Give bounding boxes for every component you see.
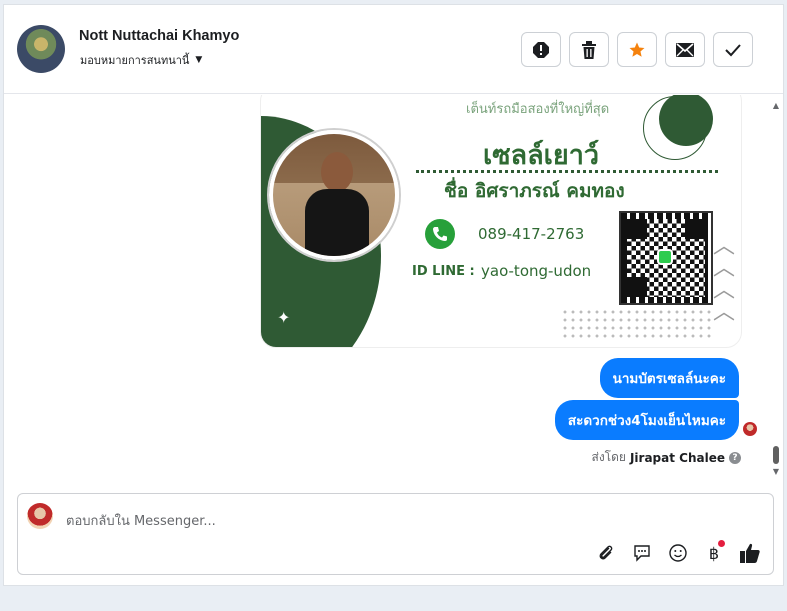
star-icon — [629, 42, 645, 57]
delete-button[interactable] — [569, 32, 609, 67]
caret-down-icon: ▼ — [195, 55, 203, 65]
saved-replies-button[interactable] — [631, 542, 653, 564]
attach-button[interactable] — [595, 542, 617, 564]
envelope-icon — [676, 42, 694, 57]
conversation-header: Nott Nuttachai Khamyo มอบหมายการสนทนานี้… — [4, 5, 783, 94]
reply-input[interactable]: ตอบกลับใน Messenger... — [66, 510, 216, 531]
page-avatar — [27, 503, 53, 529]
notification-dot — [718, 540, 725, 547]
conversation-panel: Nott Nuttachai Khamyo มอบหมายการสนทนานี้… — [3, 4, 784, 586]
mark-done-button[interactable] — [713, 32, 753, 67]
sent-by-name: Jirapat Chalee — [629, 450, 725, 465]
report-spam-button[interactable] — [521, 32, 561, 67]
phone-icon — [425, 219, 455, 249]
check-icon — [725, 43, 741, 56]
emoji-button[interactable] — [667, 542, 689, 564]
reply-composer[interactable]: ตอบกลับใน Messenger... ฿ — [17, 493, 774, 575]
person-body — [305, 189, 369, 256]
scrollbar-thumb[interactable] — [773, 446, 779, 464]
sent-by-prefix: ส่งโดย — [591, 450, 626, 464]
alert-icon — [533, 41, 549, 58]
card-id-value: yao-tong-udon — [481, 262, 592, 280]
header-actions — [521, 32, 753, 67]
contact-name[interactable]: Nott Nuttachai Khamyo — [79, 28, 239, 44]
trash-icon — [582, 40, 596, 59]
chat-bubble-icon — [634, 545, 650, 562]
qr-code — [619, 211, 713, 305]
chevron-decoration: ︿ ︿ ︿ ︿ — [713, 234, 736, 325]
scroll-down-arrow[interactable]: ▼ — [773, 467, 779, 476]
assign-label: มอบหมายการสนทนานี้ — [80, 54, 190, 67]
card-phone: 089-417-2763 — [478, 225, 585, 243]
card-photo — [269, 130, 399, 260]
thumbs-up-icon — [740, 543, 760, 563]
message-bubble[interactable]: นามบัตรเซลล์นะคะ — [599, 358, 739, 398]
business-card-image[interactable]: เต็นท์รถมือสองที่ใหญ่ที่สุด เซลล์เยาว์ ช… — [260, 95, 742, 348]
payment-button[interactable]: ฿ — [703, 540, 725, 564]
baht-icon: ฿ — [708, 543, 720, 563]
card-id-label: ID LINE : — [412, 264, 475, 279]
star-button[interactable] — [617, 32, 657, 67]
contact-avatar[interactable] — [17, 25, 65, 73]
mark-unread-button[interactable] — [665, 32, 705, 67]
read-receipt-avatar — [743, 422, 757, 436]
sent-by-label: ส่งโดย Jirapat Chalee ? — [591, 448, 741, 467]
scroll-up-arrow[interactable]: ▲ — [773, 101, 779, 110]
message-bubble[interactable]: สะดวกช่วง4โมงเย็นไหมคะ — [554, 400, 739, 440]
dot-pattern — [561, 308, 711, 338]
person-head — [321, 152, 353, 192]
message-thread[interactable]: เต็นท์รถมือสองที่ใหญ่ที่สุด เซลล์เยาว์ ช… — [4, 95, 783, 485]
like-button[interactable] — [739, 542, 761, 564]
line-logo-icon — [657, 249, 673, 265]
card-person-name: ชื่อ อิศราภรณ์ คมทอง — [444, 180, 625, 202]
card-divider — [416, 170, 718, 173]
composer-tools: ฿ — [595, 540, 761, 564]
sparkle-icon: ✦ — [277, 308, 291, 327]
help-icon[interactable]: ? — [729, 451, 741, 464]
card-slogan: เต็นท์รถมือสองที่ใหญ่ที่สุด — [466, 102, 610, 117]
paperclip-icon — [599, 545, 613, 560]
assign-conversation-dropdown[interactable]: มอบหมายการสนทนานี้ ▼ — [80, 51, 202, 69]
smiley-icon — [669, 544, 687, 562]
